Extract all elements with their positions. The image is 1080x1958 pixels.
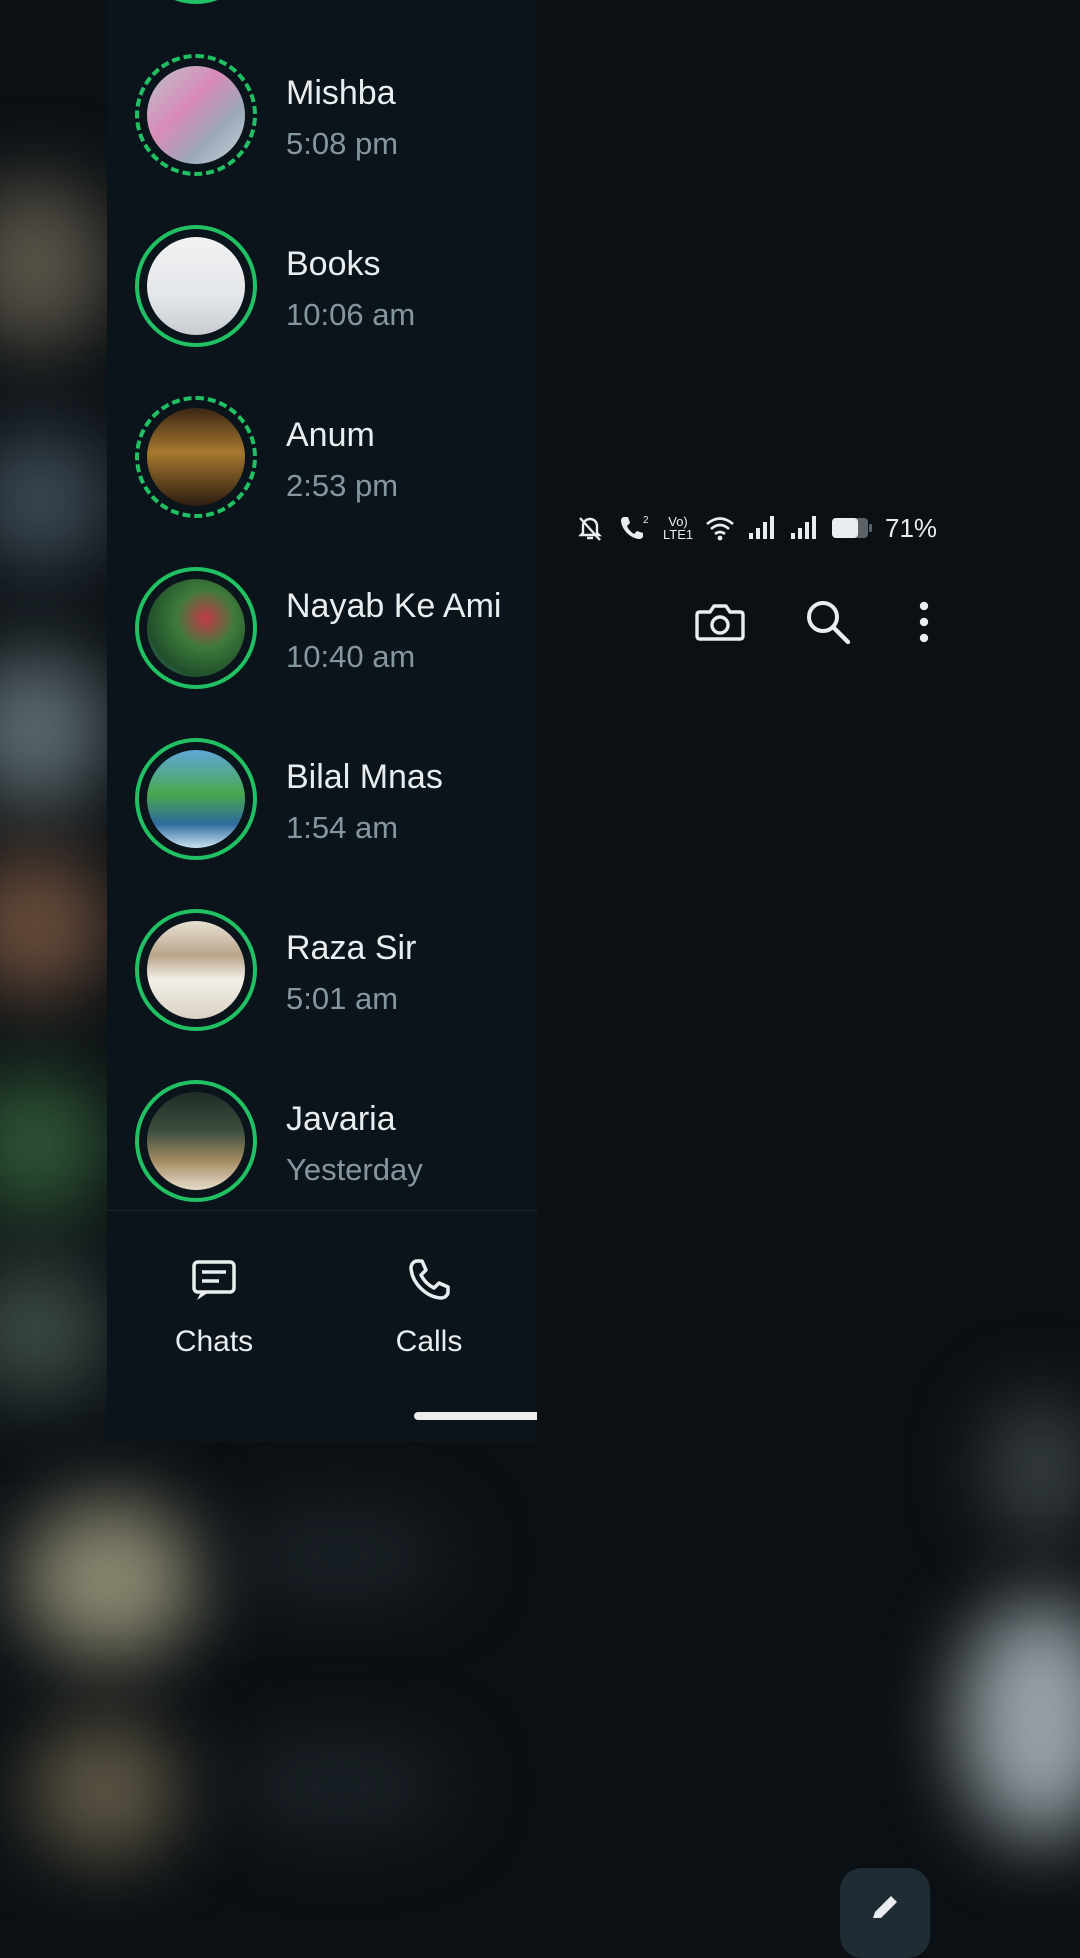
avatar — [147, 750, 245, 848]
battery-icon — [832, 518, 872, 538]
avatar — [147, 579, 245, 677]
nav-chats[interactable]: Chats — [154, 1255, 274, 1359]
wifi-icon — [706, 517, 734, 541]
camera-icon[interactable] — [692, 594, 748, 650]
contact-name: Books — [286, 245, 381, 283]
list-item[interactable]: Bilal Mnas 1:54 am — [107, 684, 537, 860]
avatar-ring — [135, 396, 257, 518]
nav-calls[interactable]: Calls — [369, 1255, 489, 1359]
status-time: Yesterday — [286, 1152, 423, 1187]
list-item[interactable]: Javaria Yesterday — [107, 1026, 537, 1202]
status-time: 5:08 pm — [286, 126, 399, 161]
avatar — [147, 66, 245, 164]
contact-name: Anum — [286, 416, 375, 454]
battery-percent: 71% — [885, 512, 938, 543]
contact-name: Javaria — [286, 1100, 396, 1138]
bottom-navigation: Chats Calls — [107, 1210, 537, 1442]
list-item[interactable]: Nayab Ke Ami 10:40 am — [107, 513, 537, 689]
avatar-ring — [135, 909, 257, 1031]
edit-button[interactable] — [840, 1868, 930, 1958]
status-time: 10:40 am — [286, 639, 416, 674]
status-time: 1:54 am — [286, 810, 399, 845]
wifi-calling-icon: 2 — [621, 515, 649, 539]
network-type-label: Vo) LTE1 — [663, 514, 694, 542]
signal-icon — [749, 516, 774, 539]
nav-calls-label: Calls — [395, 1325, 463, 1358]
avatar-ring — [135, 225, 257, 347]
contact-name: Bilal Mnas — [286, 758, 443, 796]
avatar-ring — [135, 567, 257, 689]
list-item[interactable]: Mishba 5:08 pm — [107, 0, 537, 176]
status-time: 10:06 am — [286, 297, 416, 332]
status-time: 5:01 am — [286, 981, 399, 1016]
gesture-bar[interactable] — [414, 1412, 537, 1420]
list-item[interactable]: Raza Sir 5:01 am — [107, 855, 537, 1031]
bell-off-icon — [578, 517, 602, 541]
more-vert-icon[interactable] — [896, 594, 952, 650]
list-item[interactable]: Books 10:06 am — [107, 171, 537, 347]
signal-icon-2 — [791, 516, 816, 539]
nav-chats-label: Chats — [174, 1325, 254, 1358]
avatar — [147, 237, 245, 335]
avatar-ring — [135, 1080, 257, 1202]
status-time: 2:53 pm — [286, 468, 399, 503]
status-list-panel: Mishba 5:08 pm Books 10:06 am Anum 2:53 … — [107, 0, 537, 1442]
search-icon[interactable] — [800, 594, 856, 650]
contact-name: Mishba — [286, 74, 396, 112]
chat-icon — [192, 1260, 236, 1300]
pencil-icon — [873, 1896, 897, 1918]
contact-name: Raza Sir — [286, 929, 417, 967]
status-bar: 2 Vo) LTE1 71% — [575, 506, 937, 550]
avatar — [147, 408, 245, 506]
svg-text:2: 2 — [643, 515, 649, 526]
avatar-ring — [135, 54, 257, 176]
list-item[interactable]: Anum 2:53 pm — [107, 342, 537, 518]
contact-name: Nayab Ke Ami — [286, 587, 502, 625]
avatar — [147, 1092, 245, 1190]
avatar — [147, 921, 245, 1019]
phone-icon — [409, 1259, 450, 1300]
avatar-ring — [135, 738, 257, 860]
